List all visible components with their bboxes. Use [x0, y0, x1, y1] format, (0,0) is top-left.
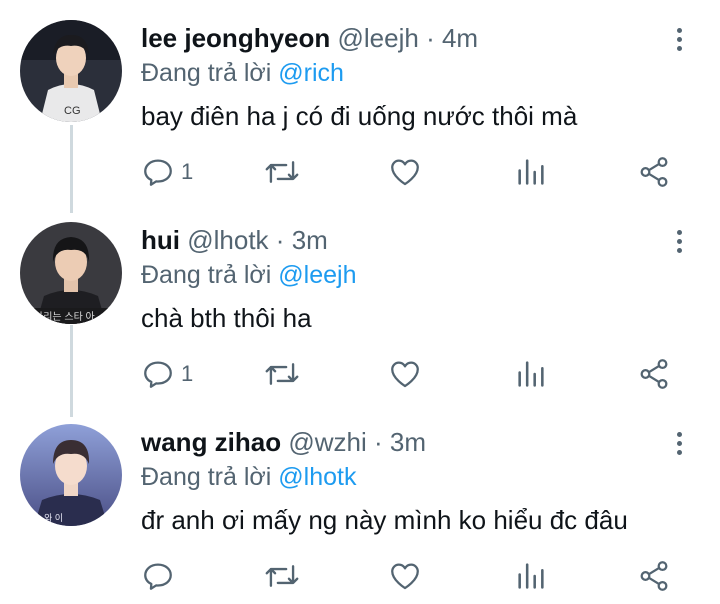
tweet[interactable]: 다리는 스타 아 hui @lhotk · 3m Đang trả lời @l… — [0, 202, 720, 402]
replying-to: Đang trả lời @lhotk — [141, 461, 356, 493]
like-icon — [391, 159, 419, 186]
share-button[interactable] — [637, 354, 671, 394]
user-handle[interactable]: @wzhi — [288, 427, 366, 457]
separator-dot: · — [275, 225, 285, 255]
analytics-icon — [518, 361, 544, 387]
timestamp[interactable]: 4m — [442, 23, 478, 53]
tweet[interactable]: CG lee jeonghyeon @leejh · 4m Đang trả l… — [0, 0, 720, 200]
action-bar: 1 — [0, 354, 720, 394]
more-icon[interactable] — [664, 22, 694, 56]
avatar[interactable]: 다리는 스타 아 — [20, 222, 122, 324]
like-button[interactable] — [388, 354, 422, 394]
like-button[interactable] — [388, 556, 422, 596]
replying-to-label: Đang trả lời — [141, 59, 272, 87]
more-icon[interactable] — [664, 426, 694, 460]
replying-to: Đang trả lời @rich — [141, 57, 344, 89]
user-handle[interactable]: @leejh — [338, 23, 419, 53]
timestamp[interactable]: 3m — [292, 225, 328, 255]
retweet-icon — [265, 363, 299, 385]
share-button[interactable] — [637, 556, 671, 596]
avatar-image: CG — [20, 20, 122, 122]
like-button[interactable] — [388, 152, 422, 192]
reply-mention-link[interactable]: @rich — [278, 59, 344, 87]
reply-mention-link[interactable]: @lhotk — [278, 463, 356, 491]
action-bar — [0, 556, 720, 596]
reply-count: 1 — [181, 361, 194, 386]
reply-mention-link[interactable]: @leejh — [278, 261, 356, 289]
share-icon — [640, 561, 668, 591]
avatar-image: 와 이 — [20, 424, 122, 526]
display-name[interactable]: hui — [141, 225, 180, 255]
tweet[interactable]: 와 이 wang zihao @wzhi · 3m Đang trả lời @… — [0, 404, 720, 604]
avatar-image: 다리는 스타 아 — [20, 222, 122, 324]
like-icon — [391, 563, 419, 590]
replying-to: Đang trả lời @leejh — [141, 259, 357, 291]
tweet-text: chà bth thôi ha — [141, 303, 312, 333]
replying-to-label: Đang trả lời — [141, 463, 272, 491]
reply-button[interactable]: 1 — [141, 354, 193, 394]
tweet-text: đr anh ơi mấy ng này mình ko hiểu đc đâu — [141, 505, 628, 535]
avatar[interactable]: 와 이 — [20, 424, 122, 526]
avatar[interactable]: CG — [20, 20, 122, 122]
reply-count: 1 — [181, 159, 194, 184]
retweet-button[interactable] — [264, 354, 300, 394]
reply-icon — [144, 159, 172, 186]
analytics-icon — [518, 563, 544, 589]
analytics-button[interactable] — [514, 354, 548, 394]
user-handle[interactable]: @lhotk — [187, 225, 268, 255]
retweet-button[interactable] — [264, 556, 300, 596]
separator-dot: · — [374, 427, 383, 457]
retweet-icon — [265, 161, 299, 183]
reply-icon — [144, 361, 172, 388]
display-name[interactable]: lee jeonghyeon — [141, 23, 330, 53]
more-icon[interactable] — [664, 224, 694, 258]
share-icon — [640, 359, 668, 389]
timestamp[interactable]: 3m — [390, 427, 426, 457]
reply-button[interactable] — [141, 556, 181, 596]
retweet-button[interactable] — [264, 152, 300, 192]
svg-text:와 이: 와 이 — [44, 512, 63, 523]
analytics-icon — [518, 159, 544, 185]
tweet-text: bay điên ha j có đi uống nước thôi mà — [141, 101, 578, 131]
reply-button[interactable]: 1 — [141, 152, 193, 192]
replying-to-label: Đang trả lời — [141, 261, 272, 289]
analytics-button[interactable] — [514, 152, 548, 192]
action-bar: 1 — [0, 152, 720, 192]
share-icon — [640, 157, 668, 187]
separator-dot: · — [426, 23, 435, 53]
svg-text:다리는 스타 아: 다리는 스타 아 — [34, 311, 95, 323]
share-button[interactable] — [637, 152, 671, 192]
display-name[interactable]: wang zihao — [141, 427, 281, 457]
retweet-icon — [265, 565, 299, 587]
analytics-button[interactable] — [514, 556, 548, 596]
reply-icon — [144, 563, 172, 590]
like-icon — [391, 361, 419, 388]
svg-text:CG: CG — [64, 105, 81, 117]
